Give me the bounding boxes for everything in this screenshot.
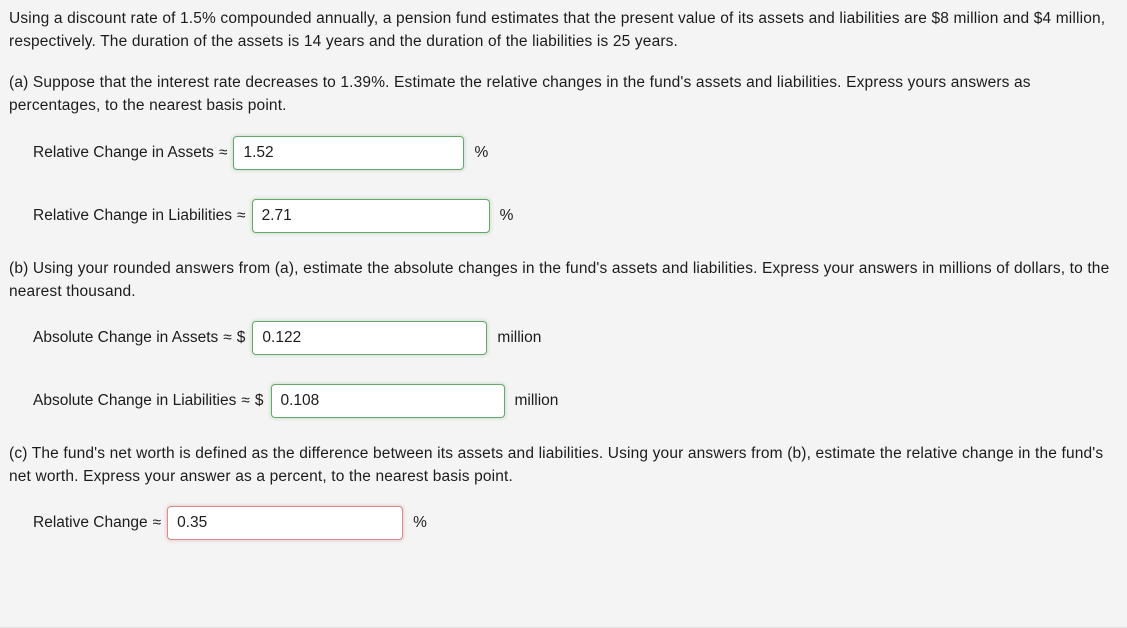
answer-row-relative-change-liabilities: Relative Change in Liabilities ≈ 2.71 % [0, 193, 1127, 239]
dollar-sign-3: $ [254, 392, 264, 409]
part-b-prompt: (b) Using your rounded answers from (a),… [9, 260, 1110, 300]
approx-symbol-0: ≈ [218, 144, 228, 161]
answer-row-absolute-change-assets: Absolute Change in Assets ≈ $ 0.122 mill… [0, 315, 1127, 361]
problem-page: Using a discount rate of 1.5% compounded… [0, 0, 1127, 628]
unit-relative-change-net-worth: % [413, 514, 427, 531]
input-absolute-change-assets[interactable]: 0.122 [252, 321, 488, 355]
unit-relative-change-liabilities: % [499, 207, 514, 224]
label-relative-change-assets: Relative Change in Assets [33, 144, 214, 161]
approx-symbol-1: ≈ [237, 207, 246, 224]
unit-absolute-change-liabilities: million [514, 392, 559, 409]
label-relative-change-net-worth: Relative Change [33, 514, 148, 531]
input-absolute-change-liabilities[interactable]: 0.108 [270, 384, 505, 418]
label-absolute-change-assets: Absolute Change in Assets [33, 329, 219, 346]
answer-row-relative-change-assets: Relative Change in Assets ≈ 1.52 % [0, 130, 1127, 176]
approx-symbol-3: ≈ [241, 392, 250, 409]
approx-symbol-4: ≈ [152, 514, 162, 531]
answer-row-relative-change-net-worth: Relative Change ≈ 0.35 % [0, 500, 1127, 546]
part-c-prompt: (c) The fund's net worth is defined as t… [9, 445, 1104, 485]
approx-symbol-2: ≈ [223, 329, 232, 346]
label-absolute-change-liabilities: Absolute Change in Liabilities [33, 392, 237, 409]
part-a-prompt: (a) Suppose that the interest rate decre… [9, 74, 1031, 114]
input-relative-change-liabilities[interactable]: 2.71 [251, 199, 490, 233]
input-relative-change-net-worth[interactable]: 0.35 [167, 506, 404, 540]
answer-row-absolute-change-liabilities: Absolute Change in Liabilities ≈ $ 0.108… [0, 378, 1127, 424]
input-relative-change-assets[interactable]: 1.52 [233, 136, 465, 170]
unit-relative-change-assets: % [474, 144, 489, 161]
dollar-sign-2: $ [236, 329, 246, 346]
label-relative-change-liabilities: Relative Change in Liabilities [33, 207, 233, 224]
unit-absolute-change-assets: million [497, 329, 542, 346]
problem-statement: Using a discount rate of 1.5% compounded… [9, 10, 1106, 50]
